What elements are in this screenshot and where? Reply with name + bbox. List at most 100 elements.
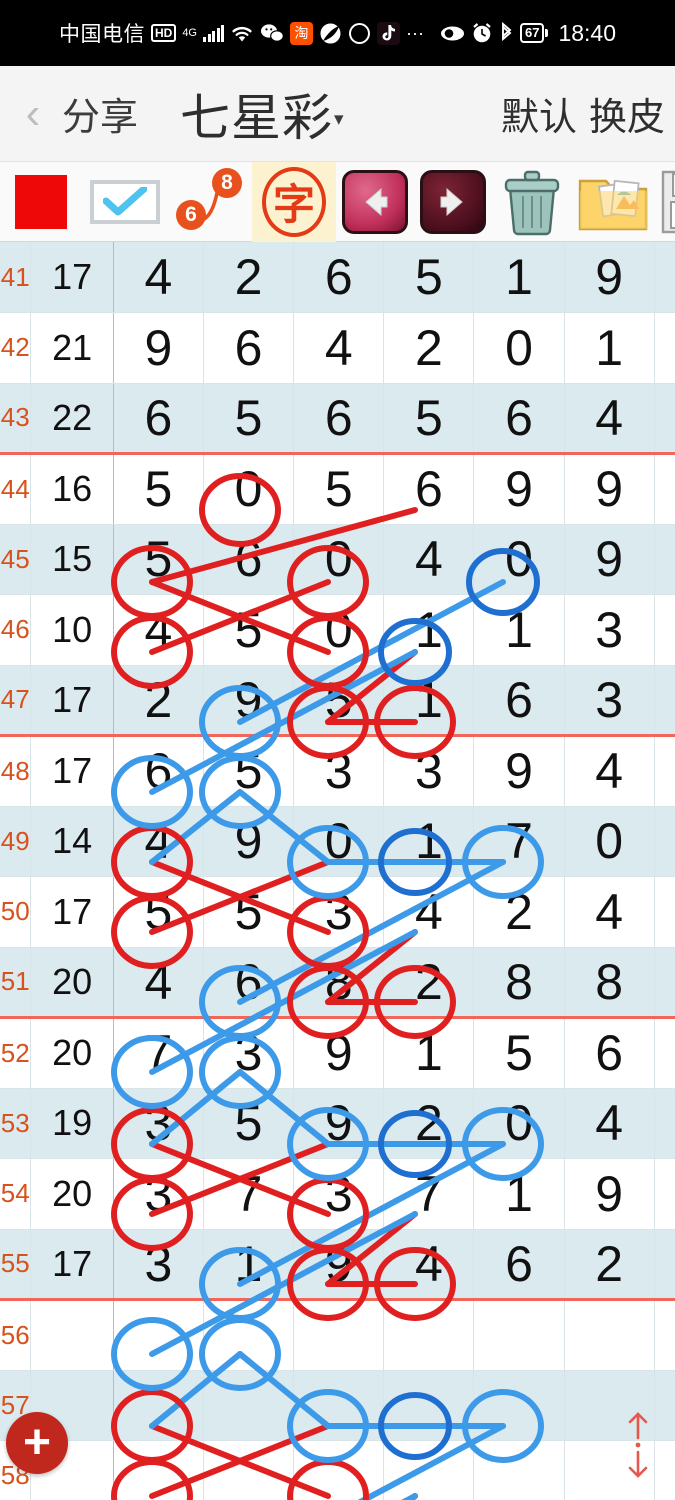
digit-cell[interactable]: 4	[564, 735, 655, 807]
digit-cell[interactable]: 4	[112, 947, 204, 1019]
table-row[interactable]: 45155604098	[0, 524, 675, 595]
digit-cell[interactable]: 9	[293, 1229, 385, 1301]
digit-cell[interactable]: 1	[564, 312, 655, 384]
digit-cell[interactable]: 3	[203, 1017, 295, 1089]
character-stamp-icon[interactable]: 字	[252, 161, 336, 242]
digit-cell[interactable]: 5	[654, 312, 675, 384]
digit-cell[interactable]	[203, 1299, 295, 1371]
digit-cell[interactable]	[293, 1440, 385, 1500]
digit-cell[interactable]: 1	[383, 665, 475, 737]
digit-cell[interactable]: 9	[112, 312, 204, 384]
digit-cell[interactable]	[564, 1299, 655, 1371]
table-row[interactable]: 551731946211	[0, 1229, 675, 1301]
digit-cell[interactable]: 5	[203, 383, 295, 455]
digit-cell[interactable]: 9	[293, 1017, 385, 1089]
digit-cell[interactable]: 4	[112, 594, 204, 666]
digit-cell[interactable]: 4	[564, 876, 655, 948]
digit-cell[interactable]: 9	[473, 453, 565, 525]
digit-cell[interactable]: 11	[654, 1017, 675, 1089]
digit-cell[interactable]: 5	[293, 665, 385, 737]
digit-cell[interactable]: 9	[203, 806, 295, 877]
digit-cell[interactable]: 1	[383, 594, 475, 666]
digit-cell[interactable]: 2	[564, 1229, 655, 1301]
digit-cell[interactable]: 6	[293, 383, 385, 455]
red-color-swatch[interactable]	[0, 162, 82, 242]
digit-cell[interactable]: 2	[112, 665, 204, 737]
digit-cell[interactable]: 4	[383, 524, 475, 595]
digit-cell[interactable]: 3	[383, 735, 475, 807]
digit-cell[interactable]: 5	[383, 383, 475, 455]
digit-cell[interactable]: 1	[473, 1158, 565, 1230]
digit-cell[interactable]: 6	[112, 735, 204, 807]
page-title[interactable]: 七星彩	[180, 78, 333, 150]
digit-cell[interactable]: 4	[383, 876, 475, 948]
digit-cell[interactable]	[203, 1440, 295, 1500]
digit-cell[interactable]: 9	[473, 735, 565, 807]
digit-cell[interactable]	[473, 1370, 565, 1441]
digit-cell[interactable]: 0	[293, 524, 385, 595]
digit-cell[interactable]: 3	[654, 242, 675, 313]
digit-cell[interactable]	[654, 1299, 675, 1371]
digit-cell[interactable]: 5	[203, 735, 295, 807]
table-row[interactable]: 54203737191	[0, 1158, 675, 1230]
table-row[interactable]: 50175534240	[0, 876, 675, 948]
digit-cell[interactable]: 5	[112, 524, 204, 595]
trash-bin-icon[interactable]	[492, 162, 572, 242]
digit-cell[interactable]	[293, 1299, 385, 1371]
digit-cell[interactable]: 9	[564, 524, 655, 595]
digit-cell[interactable]: 6	[564, 1017, 655, 1089]
digit-cell[interactable]: 6	[203, 524, 295, 595]
digit-cell[interactable]: 4	[564, 1088, 655, 1159]
table-row[interactable]: 531935920411	[0, 1088, 675, 1159]
table-row[interactable]: 47172951639	[0, 665, 675, 737]
digit-cell[interactable]: 6	[473, 383, 565, 455]
digit-cell[interactable]: 8	[293, 947, 385, 1019]
back-button[interactable]: ‹	[10, 89, 56, 139]
table-row[interactable]: 56	[0, 1299, 675, 1371]
digit-cell[interactable]: 0	[203, 453, 295, 525]
digit-cell[interactable]: 8	[654, 524, 675, 595]
table-row[interactable]: 51204682886	[0, 947, 675, 1019]
digit-cell[interactable]: 6	[203, 947, 295, 1019]
digit-cell[interactable]: 3	[564, 665, 655, 737]
digit-cell[interactable]: 2	[383, 1088, 475, 1159]
photo-folder-icon[interactable]	[572, 162, 654, 242]
digit-cell[interactable]: 2	[473, 876, 565, 948]
digit-cell[interactable]: 1	[203, 1229, 295, 1301]
digit-cell[interactable]: 6	[112, 383, 204, 455]
redo-arrow-icon[interactable]	[414, 162, 492, 242]
digit-cell[interactable]: 5	[203, 876, 295, 948]
digit-cell[interactable]: 3	[564, 594, 655, 666]
table-row[interactable]: 49144901705	[0, 806, 675, 877]
digit-cell[interactable]: 6	[473, 1229, 565, 1301]
digit-cell[interactable]: 0	[473, 312, 565, 384]
digit-cell[interactable]: 3	[293, 735, 385, 807]
digit-cell[interactable]: 5	[203, 1088, 295, 1159]
undo-arrow-icon[interactable]	[336, 162, 414, 242]
digit-cell[interactable]	[383, 1440, 475, 1500]
digit-cell[interactable]: 9	[564, 453, 655, 525]
digit-cell[interactable]: 2	[654, 383, 675, 455]
table-row[interactable]: 57	[0, 1370, 675, 1441]
digit-cell[interactable]: 1	[473, 594, 565, 666]
digit-cell[interactable]: 8	[473, 947, 565, 1019]
digit-cell[interactable]: 11	[654, 1229, 675, 1301]
digit-cell[interactable]: 4	[564, 383, 655, 455]
floppy-save-icon[interactable]: First page	[654, 162, 675, 242]
digit-cell[interactable]: 1	[383, 806, 475, 877]
default-skin-button[interactable]: 默认	[501, 86, 577, 141]
digit-cell[interactable]: 1	[383, 1017, 475, 1089]
digit-cell[interactable]: 9	[564, 1158, 655, 1230]
table-row[interactable]: 43226565642	[0, 383, 675, 455]
digit-cell[interactable]: 11	[654, 1088, 675, 1159]
number-grid[interactable]: 4117426519342219642015432265656424416505…	[0, 242, 675, 1500]
digit-cell[interactable]: 5	[203, 594, 295, 666]
digit-cell[interactable]	[383, 1299, 475, 1371]
digit-cell[interactable]: 9	[654, 665, 675, 737]
digit-cell[interactable]: 5	[654, 806, 675, 877]
digit-cell[interactable]: 8	[564, 947, 655, 1019]
digit-cell[interactable]: 9	[203, 665, 295, 737]
digit-cell[interactable]: 5	[293, 453, 385, 525]
digit-cell[interactable]	[203, 1370, 295, 1441]
digit-cell[interactable]: 4	[112, 242, 204, 313]
